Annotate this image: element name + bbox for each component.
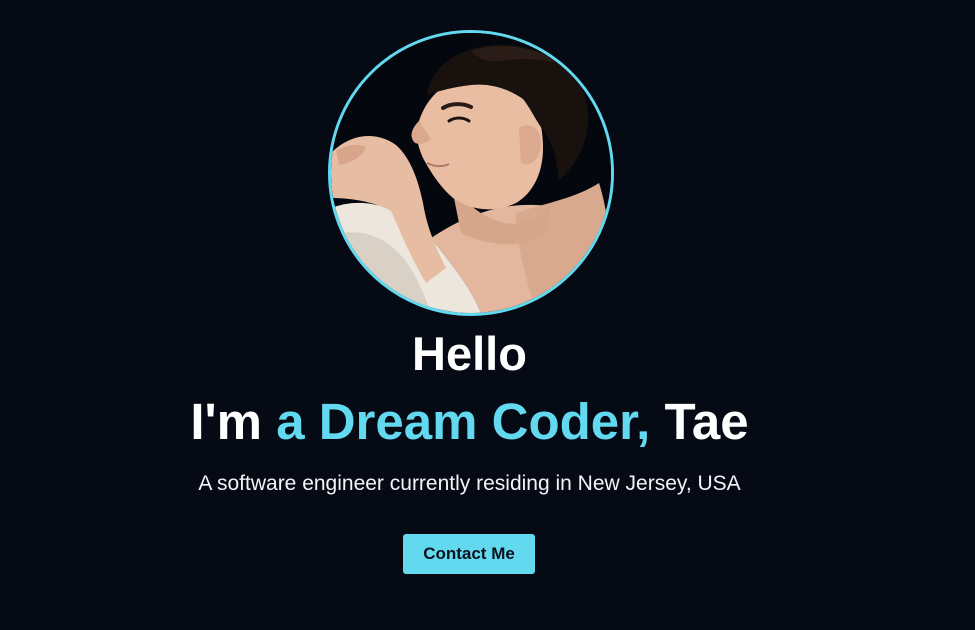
intro-suffix: Tae xyxy=(650,393,749,450)
intro-prefix: I'm xyxy=(190,393,277,450)
hero-section: Hello I'm a Dream Coder, Tae A software … xyxy=(0,0,975,630)
profile-photo xyxy=(331,33,611,313)
greeting-heading: Hello xyxy=(412,327,527,380)
tagline-text: A software engineer currently residing i… xyxy=(198,472,741,495)
profile-avatar xyxy=(328,30,614,316)
contact-me-button[interactable]: Contact Me xyxy=(403,534,535,574)
intro-heading: I'm a Dream Coder, Tae xyxy=(0,392,939,452)
intro-accent-text: a Dream Coder, xyxy=(276,393,651,450)
